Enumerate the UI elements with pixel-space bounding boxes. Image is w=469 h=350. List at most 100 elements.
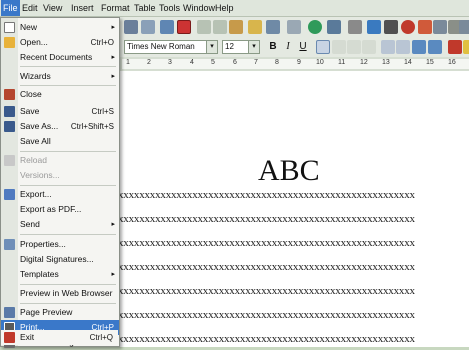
draw-functions-icon[interactable] xyxy=(348,20,362,34)
ruler-tick: 6 xyxy=(233,59,237,66)
zoom-icon[interactable] xyxy=(459,20,469,34)
reload-icon xyxy=(4,155,15,166)
document-text-line[interactable]: xxxxxxxxxxxxxxxxxxxxxxxxxxxxxxxxxxxxxxxx… xyxy=(118,261,469,273)
open-folder-icon xyxy=(4,37,15,48)
menu-item-recent-documents[interactable]: Recent Documents ▸ xyxy=(1,50,119,65)
ruler-tick: 16 xyxy=(448,59,456,66)
font-size-combo[interactable]: 12 ▾ xyxy=(222,40,260,54)
ruler-tick: 5 xyxy=(211,59,215,66)
menu-item-export-pdf[interactable]: Export as PDF... xyxy=(1,202,119,217)
menu-item-templates[interactable]: Templates ▸ xyxy=(1,267,119,282)
close-document-icon xyxy=(4,89,15,100)
document-text-line[interactable]: xxxxxxxxxxxxxxxxxxxxxxxxxxxxxxxxxxxxxxxx… xyxy=(118,309,469,321)
menu-insert[interactable]: Insert xyxy=(69,0,96,16)
italic-button[interactable]: I xyxy=(282,40,294,54)
decrease-indent-icon[interactable] xyxy=(412,40,426,54)
menu-separator xyxy=(20,66,116,67)
ruler-tick: 7 xyxy=(254,59,258,66)
document-text-line[interactable]: xxxxxxxxxxxxxxxxxxxxxxxxxxxxxxxxxxxxxxxx… xyxy=(118,333,469,345)
menu-item-properties[interactable]: Properties... xyxy=(1,237,119,252)
menu-item-page-preview[interactable]: Page Preview xyxy=(1,305,119,320)
ruler-tick: 1 xyxy=(126,59,130,66)
align-right-icon[interactable] xyxy=(347,40,361,54)
draw-show-icon[interactable] xyxy=(367,20,381,34)
document-page[interactable] xyxy=(104,71,469,347)
ruler-tick: 13 xyxy=(382,59,390,66)
align-center-icon[interactable] xyxy=(332,40,346,54)
align-left-icon[interactable] xyxy=(316,40,330,54)
save-as-icon xyxy=(4,121,15,132)
underline-button[interactable]: U xyxy=(297,40,309,54)
menu-item-save[interactable]: Save Ctrl+S xyxy=(1,104,119,119)
data-sources-icon[interactable] xyxy=(433,20,447,34)
ruler-tick: 8 xyxy=(275,59,279,66)
hyperlink-icon[interactable] xyxy=(308,20,322,34)
increase-indent-icon[interactable] xyxy=(428,40,442,54)
cut-icon[interactable] xyxy=(197,20,211,34)
paste-icon[interactable] xyxy=(229,20,243,34)
menu-item-new[interactable]: New ▸ xyxy=(1,20,119,35)
chevron-down-icon[interactable]: ▾ xyxy=(206,41,217,53)
menu-item-reload: Reload xyxy=(1,153,119,168)
document-heading[interactable]: ABC xyxy=(258,154,320,188)
properties-icon xyxy=(4,239,15,250)
menu-item-open[interactable]: Open... Ctrl+O xyxy=(1,35,119,50)
menu-tools[interactable]: Tools xyxy=(157,0,182,16)
ruler-tick: 3 xyxy=(168,59,172,66)
menu-item-save-as[interactable]: Save As... Ctrl+Shift+S xyxy=(1,119,119,134)
export-icon xyxy=(4,189,15,200)
ruler-tick: 9 xyxy=(297,59,301,66)
justify-icon[interactable] xyxy=(362,40,376,54)
menu-item-exit[interactable]: Exit Ctrl+Q xyxy=(1,330,118,345)
print-icon[interactable] xyxy=(124,20,138,34)
document-text-line[interactable]: xxxxxxxxxxxxxxxxxxxxxxxxxxxxxxxxxxxxxxxx… xyxy=(118,189,469,201)
menu-item-versions: Versions... xyxy=(20,170,60,180)
redo-icon[interactable] xyxy=(287,20,301,34)
copy-icon[interactable] xyxy=(213,20,227,34)
highlighting-icon[interactable] xyxy=(463,40,469,54)
submenu-arrow-icon: ▸ xyxy=(111,221,115,228)
menu-item-send[interactable]: Send ▸ xyxy=(1,217,119,232)
menu-item-preview-web[interactable]: Preview in Web Browser xyxy=(1,286,119,301)
ruler-tick: 14 xyxy=(404,59,412,66)
ruler-tick: 12 xyxy=(360,59,368,66)
menu-item-save-all[interactable]: Save All xyxy=(1,134,119,149)
undo-icon[interactable] xyxy=(266,20,280,34)
menu-view[interactable]: View xyxy=(41,0,64,16)
document-text-line[interactable]: xxxxxxxxxxxxxxxxxxxxxxxxxxxxxxxxxxxxxxxx… xyxy=(118,285,469,297)
bullets-icon[interactable] xyxy=(396,40,410,54)
ruler-tick: 4 xyxy=(190,59,194,66)
menu-bar: File Edit View Insert Format Table Tools… xyxy=(0,0,469,17)
autospellcheck-icon[interactable] xyxy=(177,20,191,34)
ruler-tick: 10 xyxy=(316,59,324,66)
find-replace-icon[interactable] xyxy=(384,20,398,34)
menu-table[interactable]: Table xyxy=(132,0,158,16)
submenu-arrow-icon: ▸ xyxy=(111,73,115,80)
font-color-icon[interactable] xyxy=(448,40,462,54)
menu-item-wizards[interactable]: Wizards ▸ xyxy=(1,69,119,84)
chevron-down-icon[interactable]: ▾ xyxy=(248,41,259,53)
menu-format[interactable]: Format xyxy=(99,0,132,16)
page-preview-icon xyxy=(4,307,15,318)
gallery-icon[interactable] xyxy=(418,20,432,34)
menu-item-export[interactable]: Export... xyxy=(1,187,119,202)
navigator-icon[interactable] xyxy=(401,20,415,34)
menu-help[interactable]: Help xyxy=(213,0,236,16)
clone-formatting-icon[interactable] xyxy=(248,20,262,34)
table-icon[interactable] xyxy=(327,20,341,34)
menu-window[interactable]: Window xyxy=(181,0,217,16)
document-text-line[interactable]: xxxxxxxxxxxxxxxxxxxxxxxxxxxxxxxxxxxxxxxx… xyxy=(118,237,469,249)
ruler-strip xyxy=(122,59,469,69)
document-text-line[interactable]: xxxxxxxxxxxxxxxxxxxxxxxxxxxxxxxxxxxxxxxx… xyxy=(118,213,469,225)
menu-item-close[interactable]: Close xyxy=(1,87,119,102)
bold-button[interactable]: B xyxy=(267,40,279,54)
menu-file[interactable]: File xyxy=(1,0,20,16)
spellcheck-icon[interactable] xyxy=(160,20,174,34)
menu-item-digital-signatures[interactable]: Digital Signatures... xyxy=(1,252,119,267)
font-name-combo[interactable]: Times New Roman ▾ xyxy=(124,40,218,54)
page-preview-icon[interactable] xyxy=(141,20,155,34)
menu-edit[interactable]: Edit xyxy=(20,0,40,16)
new-document-icon xyxy=(4,22,15,33)
numbering-icon[interactable] xyxy=(381,40,395,54)
menu-separator xyxy=(20,151,116,152)
